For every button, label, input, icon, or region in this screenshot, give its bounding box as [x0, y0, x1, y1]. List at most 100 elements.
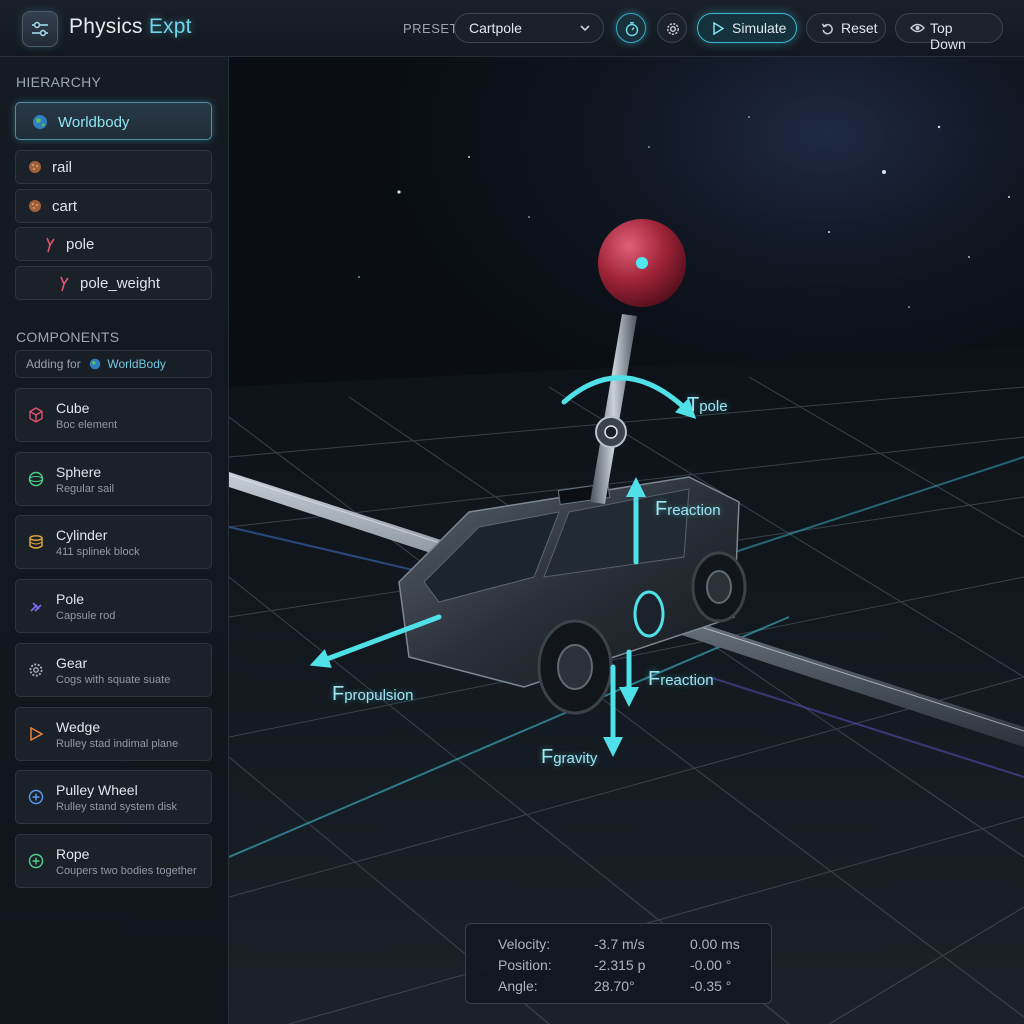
tree-item-label: rail — [52, 159, 73, 176]
pole-weight-marker — [636, 257, 648, 269]
component-name: Cube — [56, 400, 90, 416]
tree-item-label: pole_weight — [80, 275, 161, 292]
component-wedge[interactable]: Wedge Rulley stad indimal plane — [15, 707, 212, 761]
eye-icon — [910, 23, 925, 33]
body-icon — [29, 161, 41, 173]
component-gear[interactable]: Gear Cogs with squate suate — [15, 643, 212, 697]
timer-icon — [625, 22, 639, 37]
component-sphere[interactable]: Sphere Regular sail — [15, 452, 212, 506]
force-subscript: gravity — [553, 750, 598, 767]
gear-icon — [29, 663, 43, 677]
scene-canvas[interactable] — [229, 57, 1024, 1024]
tree-item-rail[interactable]: rail — [15, 150, 212, 184]
preset-label: PRESET: — [403, 21, 461, 36]
component-cube[interactable]: Cube Boc element — [15, 388, 212, 442]
app-title: Physics Expt — [69, 15, 192, 39]
gear-icon — [667, 23, 679, 35]
readout-value: -0.35 ° — [690, 978, 732, 994]
component-desc: Rulley stad indimal plane — [56, 738, 179, 750]
state-readout: Velocity: -3.7 m/s 0.00 ms Position: -2.… — [465, 923, 772, 1004]
component-desc: Regular sail — [56, 483, 115, 495]
globe-icon — [89, 358, 101, 370]
force-subscript: reaction — [660, 672, 714, 689]
app-title-accent: Expt — [148, 15, 192, 38]
app-title-main: Physics — [69, 15, 143, 38]
readout-value: -2.315 p — [594, 957, 646, 973]
label-torque-pole: Tpole — [687, 394, 728, 417]
force-symbol: F — [648, 668, 661, 690]
globe-icon — [33, 115, 47, 129]
label-reaction-top: Freaction — [655, 498, 721, 521]
pole-icon — [30, 602, 42, 612]
tree-item-label: cart — [52, 198, 78, 215]
component-name: Wedge — [56, 719, 101, 735]
component-desc: Coupers two bodies together — [56, 865, 197, 877]
3d-viewport[interactable]: Tpole Freaction Freaction Fpropulsion Fg… — [229, 57, 1024, 1024]
sliders-icon — [32, 21, 48, 37]
readout-value: -3.7 m/s — [594, 936, 645, 952]
force-subscript: propulsion — [344, 687, 414, 704]
reset-button[interactable]: Reset — [806, 13, 886, 43]
components-title: COMPONENTS — [16, 329, 120, 345]
tree-item-pole[interactable]: pole — [15, 227, 212, 261]
joint-icon — [46, 237, 55, 253]
force-symbol: F — [332, 683, 345, 705]
hierarchy-title: HIERARCHY — [16, 74, 102, 90]
adding-target-name[interactable]: WorldBody — [107, 357, 165, 371]
force-symbol: F — [655, 498, 668, 520]
force-symbol: T — [687, 394, 700, 416]
component-name: Rope — [56, 846, 90, 862]
readout-label: Angle: — [498, 978, 538, 994]
app-logo[interactable] — [22, 11, 58, 47]
body-icon — [29, 200, 41, 212]
sidebar: HIERARCHY Worldbody rail cart pole pole_… — [0, 57, 229, 1024]
chevron-down-icon — [580, 25, 590, 32]
component-desc: 411 splinek block — [56, 546, 140, 558]
component-desc: Cogs with squate suate — [56, 674, 171, 686]
force-subscript: reaction — [667, 502, 721, 519]
component-desc: Capsule rod — [56, 610, 116, 622]
force-subscript: pole — [699, 398, 728, 415]
sphere-icon — [28, 471, 44, 487]
tree-item-cart[interactable]: cart — [15, 189, 212, 223]
label-reaction-bottom: Freaction — [648, 668, 714, 691]
tree-item-label: pole — [66, 236, 95, 253]
tree-item-worldbody[interactable]: Worldbody — [15, 102, 212, 140]
adding-target-row: Adding for WorldBody — [15, 350, 212, 378]
readout-label: Velocity: — [498, 936, 551, 952]
readout-value: -0.00 ° — [690, 957, 732, 973]
label-gravity: Fgravity — [541, 746, 597, 769]
component-pole[interactable]: Pole Capsule rod — [15, 579, 212, 633]
cylinder-icon — [29, 535, 43, 549]
pulley-icon — [28, 789, 44, 805]
component-name: Gear — [56, 655, 88, 671]
tree-item-label: Worldbody — [58, 114, 130, 131]
preset-value: Cartpole — [469, 20, 522, 36]
component-name: Sphere — [56, 464, 102, 480]
reset-label: Reset — [841, 20, 878, 36]
readout-value: 0.00 ms — [690, 936, 740, 952]
component-name: Cylinder — [56, 527, 108, 543]
component-desc: Rulley stand system disk — [56, 801, 178, 813]
component-pulley-wheel[interactable]: Pulley Wheel Rulley stand system disk — [15, 770, 212, 824]
view-mode-label: Top Down — [930, 20, 966, 52]
simulate-label: Simulate — [732, 20, 787, 36]
settings-button[interactable] — [657, 13, 687, 43]
preset-select[interactable]: Cartpole — [454, 13, 604, 43]
component-name: Pole — [56, 591, 85, 607]
readout-value: 28.70° — [594, 978, 635, 994]
tree-item-pole-weight[interactable]: pole_weight — [15, 266, 212, 300]
play-icon — [713, 22, 724, 35]
cube-icon — [29, 407, 43, 423]
force-symbol: F — [541, 746, 554, 768]
component-name: Pulley Wheel — [56, 782, 138, 798]
component-cylinder[interactable]: Cylinder 411 splinek block — [15, 515, 212, 569]
readout-label: Position: — [498, 957, 552, 973]
component-rope[interactable]: Rope Coupers two bodies together — [15, 834, 212, 888]
joint-icon — [60, 276, 69, 292]
rope-icon — [28, 853, 44, 869]
view-mode-button[interactable]: Top Down — [895, 13, 1003, 52]
simulate-button[interactable]: Simulate — [697, 13, 797, 43]
timer-button[interactable] — [616, 13, 646, 43]
component-desc: Boc element — [56, 419, 118, 431]
